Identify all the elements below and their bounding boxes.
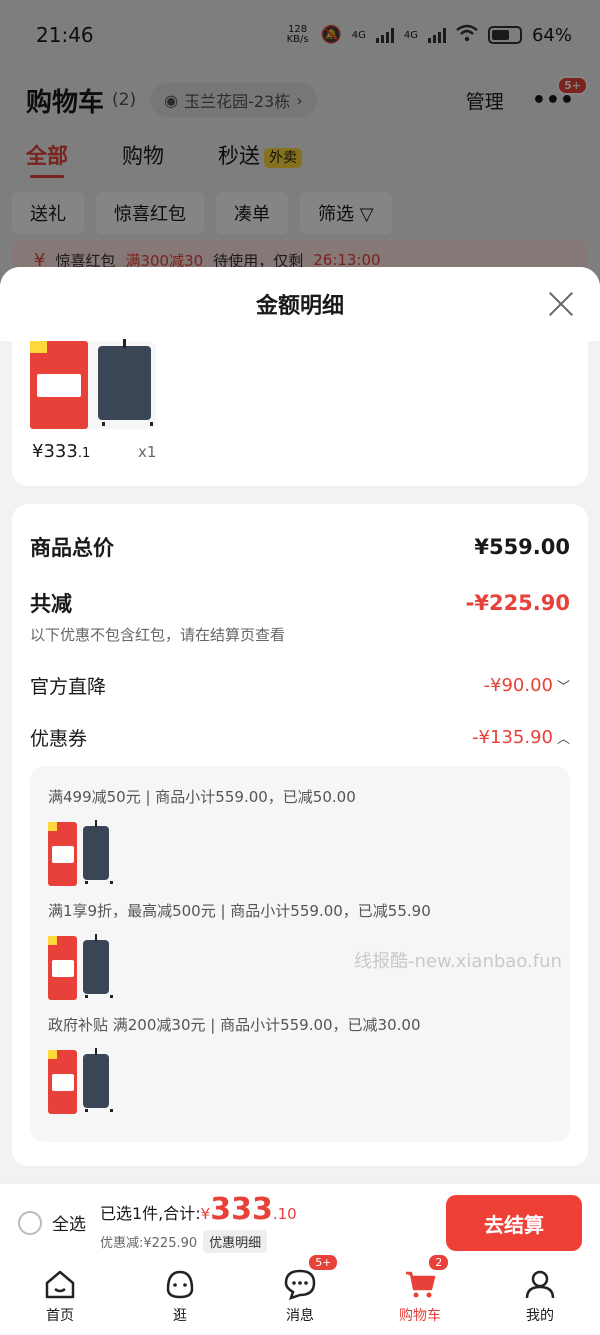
nav-messages[interactable]: 5+ 消息	[240, 1253, 360, 1335]
item-card: ¥333.1 x1	[12, 338, 588, 486]
discount-row: 共减 -¥225.90	[30, 588, 570, 618]
discount-summary: 优惠减:¥225.90 优惠明细	[100, 1230, 268, 1253]
home-icon	[45, 1270, 75, 1299]
goods-total-value: ¥559.00	[474, 535, 570, 559]
cart-icon	[406, 1271, 436, 1298]
item-price-int: ¥333	[32, 441, 78, 462]
watermark: 线报酷-new.xianbao.fun	[354, 951, 562, 972]
discount-summary-text: 优惠减:¥225.90	[100, 1236, 198, 1251]
official-discount-amount: -¥90.00	[483, 675, 553, 696]
nav-profile[interactable]: 我的	[480, 1259, 600, 1335]
amount-detail-sheet: 金额明细 ¥333.1 x1 商品总价 ¥559.00 共减 -¥225.90 …	[0, 267, 600, 1183]
coupon-row[interactable]: 优惠券 -¥135.90 ︿	[30, 724, 570, 751]
message-icon	[284, 1269, 316, 1300]
product-image	[30, 338, 156, 429]
coupon-value: -¥135.90 ︿	[472, 727, 570, 748]
goods-total-row: 商品总价 ¥559.00	[30, 532, 570, 562]
official-discount-value: -¥90.00 ﹀	[484, 675, 571, 696]
chevron-up-icon: ︿	[556, 732, 570, 747]
chevron-down-icon: ﹀	[556, 680, 570, 695]
nav-explore-label: 逛	[173, 1308, 187, 1324]
nav-home[interactable]: 首页	[0, 1259, 120, 1335]
nav-cart-label: 购物车	[399, 1308, 441, 1324]
product-thumbnail[interactable]	[30, 338, 156, 429]
cart-badge: 2	[427, 1253, 451, 1272]
face-icon	[166, 1270, 194, 1299]
coupon-item-2: 满1享9折，最高减500元 | 商品小计559.00，已减55.90	[48, 902, 431, 920]
discount-label: 共减	[30, 592, 72, 616]
goods-total-label: 商品总价	[30, 536, 114, 560]
nav-explore[interactable]: 逛	[120, 1259, 240, 1335]
sheet-header: 金额明细	[0, 267, 600, 341]
close-icon[interactable]	[546, 289, 576, 319]
discount-detail-button[interactable]: 优惠明细	[203, 1230, 268, 1253]
nav-profile-label: 我的	[526, 1308, 554, 1324]
item-price-dec: .1	[77, 446, 91, 461]
item-quantity: x1	[138, 443, 157, 461]
profile-icon	[525, 1270, 555, 1299]
coupon-item-3: 政府补贴 满200减30元 | 商品小计559.00，已减30.00	[48, 1016, 421, 1034]
checkout-button[interactable]: 去结算	[446, 1195, 582, 1251]
total-currency: ¥	[200, 1205, 211, 1223]
messages-badge: 5+	[307, 1253, 340, 1272]
select-all-radio[interactable]	[18, 1210, 42, 1235]
coupon-item-3-thumbnail	[48, 1048, 114, 1114]
bottom-nav: 首页 逛 5+ 消息 2 购物车 我的	[0, 1253, 600, 1335]
select-all-label: 全选	[52, 1215, 86, 1235]
official-discount-label: 官方直降	[30, 676, 107, 698]
nav-messages-label: 消息	[286, 1308, 314, 1324]
sheet-title: 金额明细	[255, 294, 344, 319]
coupon-label: 优惠券	[30, 728, 88, 750]
total-int: 333	[210, 1192, 273, 1227]
coupon-amount: -¥135.90	[472, 727, 553, 748]
checkout-bar: 全选 已选1件,合计:¥333.10 优惠减:¥225.90 优惠明细 去结算	[0, 1183, 600, 1259]
total-dec: .10	[272, 1205, 297, 1223]
select-all-toggle[interactable]: 全选	[18, 1210, 86, 1235]
discount-value: -¥225.90	[465, 591, 570, 615]
coupon-item-2-thumbnail	[48, 934, 114, 1000]
nav-home-label: 首页	[46, 1308, 74, 1324]
item-price: ¥333.1	[32, 441, 90, 462]
coupon-item-1-thumbnail	[48, 820, 114, 886]
price-breakdown-card: 商品总价 ¥559.00 共减 -¥225.90 以下优惠不包含红包，请在结算页…	[12, 504, 588, 1166]
nav-cart[interactable]: 2 购物车	[360, 1253, 480, 1335]
discount-note: 以下优惠不包含红包，请在结算页查看	[30, 626, 286, 644]
selected-text: 已选1件,合计:	[100, 1204, 201, 1223]
coupon-item-1: 满499减50元 | 商品小计559.00，已减50.00	[48, 788, 356, 806]
total-price: 已选1件,合计:¥333.10	[100, 1192, 297, 1227]
official-discount-row[interactable]: 官方直降 -¥90.00 ﹀	[30, 672, 570, 699]
